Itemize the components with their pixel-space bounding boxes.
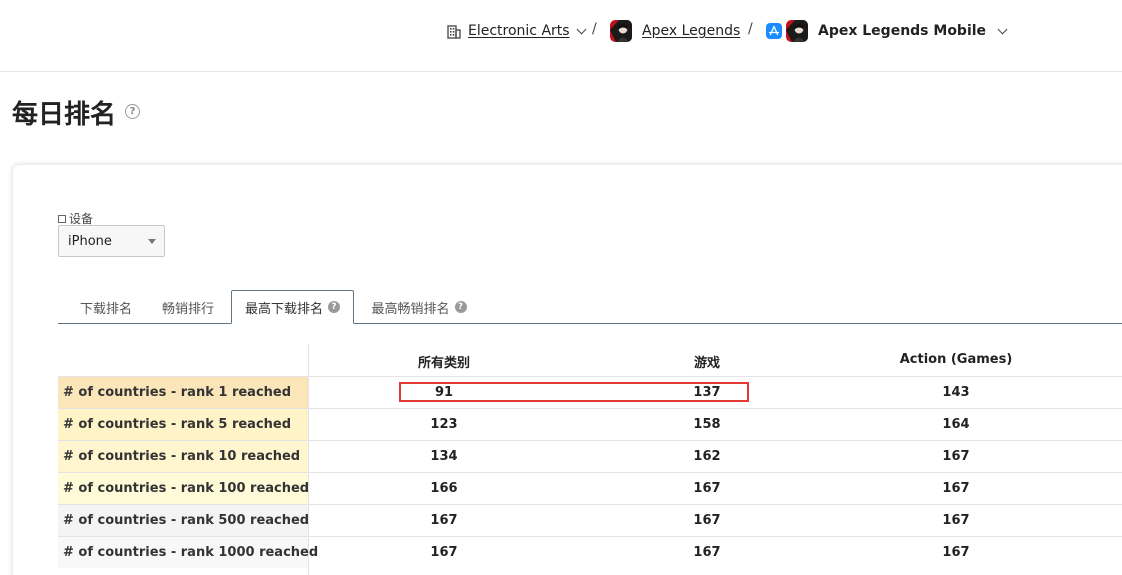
device-icon [58,214,66,223]
table-cell: 167 [942,513,970,528]
column-header-action-games[interactable]: Action (Games) [900,352,1013,367]
question-circle-icon[interactable]: ? [454,301,467,313]
app-link[interactable]: Apex Legends [642,23,740,39]
breadcrumb-separator: / [748,21,753,37]
tab-top-download-rank[interactable]: 最高下载排名 ? [231,290,354,324]
chevron-down-icon[interactable] [576,24,587,34]
dropdown-arrow-icon [148,239,156,244]
breadcrumb-mobile-app[interactable]: Apex Legends Mobile [766,19,1008,43]
rankings-table: 所有类别 游戏 Action (Games) # of countries - … [58,344,1122,568]
breadcrumb-separator: / [592,21,597,37]
apex-legends-mobile-app-icon [786,20,808,42]
table-row: # of countries - rank 1000 reached 167 1… [58,536,1122,568]
tab-top-grossing-rank[interactable]: 最高畅销排名 ? [360,290,478,324]
table-header: 所有类别 游戏 Action (Games) [58,344,1122,376]
row-label: # of countries - rank 100 reached [58,473,309,504]
column-header-games[interactable]: 游戏 [694,352,720,371]
table-cell: 167 [430,545,458,560]
table-cell: 166 [430,481,458,496]
tab-label: 最高下载排名 [244,301,323,317]
table-row: # of countries - rank 100 reached 166 16… [58,472,1122,504]
chevron-down-icon[interactable] [997,24,1008,34]
table-cell: 134 [430,449,458,464]
tab-label: 畅销排行 [161,301,214,317]
table-cell: 164 [942,417,970,432]
device-selected-value: iPhone [68,233,112,249]
table-cell: 167 [942,545,970,560]
table-cell: 143 [942,385,970,400]
column-header-all-categories[interactable]: 所有类别 [418,352,470,371]
device-select[interactable]: iPhone [58,225,165,257]
breadcrumb-app[interactable]: Apex Legends [610,19,740,43]
row-label: # of countries - rank 500 reached [58,505,309,536]
tab-label: 最高畅销排名 [371,301,450,317]
mobile-app-name: Apex Legends Mobile [818,23,987,39]
page-title: 每日排名 [12,100,117,130]
app-store-icon [766,23,782,39]
tab-download-rank[interactable]: 下载排名 [58,290,154,324]
row-label: # of countries - rank 1 reached [58,377,308,408]
company-link[interactable]: Electronic Arts [468,23,570,39]
table-cell: 162 [693,449,721,464]
table-cell: 167 [430,513,458,528]
table-row: # of countries - rank 10 reached 134 162… [58,440,1122,472]
row-label: # of countries - rank 10 reached [58,441,308,472]
table-row: # of countries - rank 500 reached 167 16… [58,504,1122,536]
building-icon [447,25,461,39]
table-cell: 167 [942,449,970,464]
table-cell: 167 [693,481,721,496]
table-cell: 158 [693,417,721,432]
question-circle-icon[interactable]: ? [328,301,340,313]
table-row: # of countries - rank 5 reached 123 158 … [58,408,1122,440]
breadcrumb: Electronic Arts / Apex Legends / Apex Le… [0,0,1122,72]
tab-grossing-rank[interactable]: 畅销排行 [147,290,229,324]
breadcrumb-company[interactable]: Electronic Arts [446,19,587,43]
tab-label: 下载排名 [79,301,132,317]
table-cell: 167 [942,481,970,496]
table-cell: 123 [430,417,458,432]
row-label: # of countries - rank 5 reached [58,409,308,440]
highlight-annotation-box [399,382,749,402]
row-label: # of countries - rank 1000 reached [58,537,318,568]
apex-legends-app-icon [610,20,632,42]
table-cell: 167 [693,545,721,560]
table-cell: 167 [693,513,721,528]
question-circle-icon[interactable]: ? [125,104,140,119]
